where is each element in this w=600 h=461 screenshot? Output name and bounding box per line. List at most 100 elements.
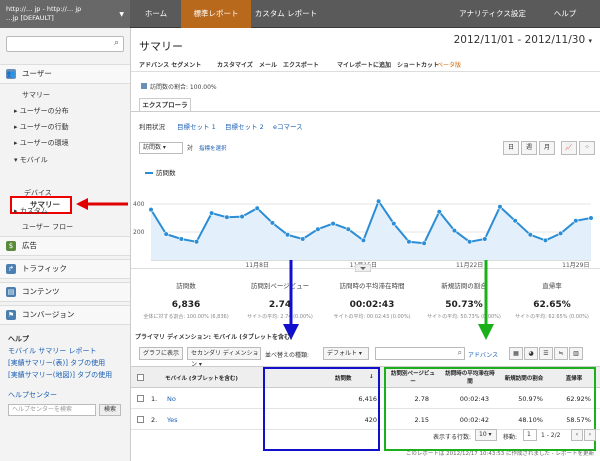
row-checkbox[interactable]	[137, 395, 144, 402]
primary-dimension: プライマリ ディメンション: モバイル (タブレットを含む)	[135, 334, 293, 341]
shortcut-button[interactable]: ショートカット	[397, 60, 439, 69]
help-link-mobile-summary[interactable]: モバイル サマリー レポート	[8, 346, 96, 356]
stat-avg-duration: 訪問時の平均滞在時間 00:02:43 サイトの平均: 00:02:43 (0.00…	[327, 280, 417, 320]
help-search-button[interactable]: 検索	[99, 404, 121, 416]
stat-label: 訪問別ページビュー	[250, 282, 310, 290]
data-point	[193, 239, 200, 245]
help-center-link[interactable]: ヘルプセンター	[8, 390, 57, 400]
prev-page-button[interactable]: ‹	[571, 429, 583, 441]
content-icon: ▤	[6, 287, 16, 297]
stat-value: 00:02:43	[349, 300, 395, 310]
row-dimension[interactable]: Yes	[167, 416, 178, 424]
subtab-ecommerce[interactable]: eコマース	[273, 121, 303, 131]
sidebar-search-input[interactable]: ⌕	[6, 36, 124, 52]
stat-bounce-rate: 直帰率 62.65% サイトの平均: 62.65% (0.00%)	[507, 280, 597, 320]
sidebar-item-label: ユーザーの分布	[19, 107, 69, 115]
col-mobile[interactable]: モバイル (タブレットを含む)	[165, 374, 238, 382]
nav-help[interactable]: ヘルプ	[545, 0, 585, 28]
data-point	[482, 236, 488, 242]
subtab-usage[interactable]: 利用状況	[139, 121, 165, 131]
data-point	[315, 226, 321, 232]
data-point	[163, 231, 169, 237]
sidebar-item-demographics[interactable]: ▸ ユーザーの分布	[14, 106, 69, 116]
customize-button[interactable]: カスタマイズ	[217, 60, 253, 69]
help-link-table-tab[interactable]: [実績サマリー(表)] タブの使用	[8, 358, 105, 368]
sidebar-section-ads[interactable]: $ 広告	[0, 236, 130, 256]
sidebar-section-content[interactable]: ▤ コンテンツ	[0, 282, 130, 302]
row-checkbox[interactable]	[137, 416, 144, 423]
search-icon: ⌕	[113, 38, 119, 48]
help-link-map-tab[interactable]: [実績サマリー(地図)] タブの使用	[8, 370, 112, 380]
export-button[interactable]: エクスポート	[283, 60, 319, 69]
checkbox-icon	[141, 83, 147, 89]
help-search-input[interactable]: ヘルプセンターを検索	[8, 404, 96, 416]
sidebar-item-behavior[interactable]: ▸ ユーザーの行動	[14, 122, 69, 132]
subtab-goal-set-1[interactable]: 目標セット 1	[177, 121, 216, 131]
plot-rows-button[interactable]: グラフに表示	[139, 347, 183, 360]
sidebar-item-custom[interactable]: ▸ カスタム	[14, 206, 48, 216]
nav-custom-reports[interactable]: カスタム レポート	[251, 0, 321, 28]
stat-label: 訪問時の平均滞在時間	[339, 282, 405, 290]
metric-select[interactable]: 訪問数 ▾	[139, 142, 183, 154]
data-point	[558, 230, 564, 237]
row-index: 2.	[151, 416, 158, 424]
goto-input[interactable]: 1	[523, 429, 537, 441]
main-panel: サマリー 2012/11/01 - 2012/11/30 ▾ アドバンス セグメ…	[131, 28, 600, 461]
account-profile: …jp [DEFAULT]	[6, 14, 54, 22]
sort-type-select[interactable]: デフォルト ▾	[323, 347, 369, 360]
table-view-icon[interactable]: ▦	[509, 347, 523, 360]
pie-view-icon[interactable]: ◕	[524, 347, 538, 360]
sidebar-section-traffic[interactable]: ↱ トラフィック	[0, 259, 130, 279]
add-to-dashboard-button[interactable]: マイレポートに追加	[337, 60, 391, 69]
period-day-button[interactable]: 日	[503, 141, 519, 155]
rows-select[interactable]: 10 ▾	[475, 429, 497, 441]
account-selector[interactable]: http://… jp - http://… jp …jp [DEFAULT] …	[0, 0, 130, 28]
nav-standard-reports[interactable]: 標準レポート	[181, 0, 251, 28]
table-search-input[interactable]: ⌕	[375, 347, 465, 360]
row-dimension[interactable]: No	[167, 395, 176, 403]
performance-view-icon[interactable]: ☰	[539, 347, 553, 360]
period-month-button[interactable]: 月	[539, 141, 555, 155]
sidebar-item-technology[interactable]: ▸ ユーザーの環境	[14, 138, 69, 148]
collapse-handle[interactable]	[355, 264, 371, 272]
stat-value: 6,836	[171, 300, 201, 310]
data-point	[330, 220, 336, 227]
dollar-icon: $	[6, 241, 16, 251]
sidebar-section-conversion[interactable]: ⚑ コンバージョン	[0, 305, 130, 325]
sidebar-item-user-flow[interactable]: ユーザー フロー	[22, 222, 73, 232]
compare-metric-link[interactable]: 指標を選択	[199, 144, 227, 152]
tab-explorer[interactable]: エクスプローラ	[139, 98, 191, 112]
help-heading: ヘルプ	[8, 335, 29, 343]
sidebar: ⌕ 👥 ユーザー サマリー ▸ ユーザーの分布 ▸ ユーザーの行動 ▸ ユーザー…	[0, 28, 131, 461]
email-button[interactable]: メール	[259, 60, 277, 69]
data-point	[269, 220, 275, 226]
period-week-button[interactable]: 週	[521, 141, 537, 155]
date-range-picker[interactable]: 2012/11/01 - 2012/11/30 ▾	[454, 34, 592, 46]
users-icon: 👥	[6, 69, 16, 79]
sidebar-item-devices[interactable]: デバイス	[24, 188, 52, 198]
sidebar-item-summary[interactable]: サマリー	[22, 90, 50, 100]
vs-label: 対	[187, 145, 194, 152]
motion-chart-icon[interactable]: ⁘	[579, 141, 595, 155]
pivot-view-icon[interactable]: ▥	[569, 347, 583, 360]
advanced-segments-button[interactable]: アドバンス セグメント	[139, 60, 201, 69]
date-range-text: 2012/11/01 - 2012/11/30	[453, 34, 586, 46]
next-page-button[interactable]: ›	[584, 429, 596, 441]
data-point	[451, 227, 458, 234]
select-all-checkbox[interactable]	[137, 374, 144, 381]
data-point	[436, 209, 442, 215]
nav-home[interactable]: ホーム	[131, 0, 181, 28]
secondary-dimension-select[interactable]: セカンダリ ディメンション ▾	[187, 347, 261, 368]
advanced-filter-link[interactable]: アドバンス	[468, 350, 498, 359]
stat-visits: 訪問数 6,836 全体に対する割合: 100.00% (6,836)	[141, 280, 231, 320]
line-chart-icon[interactable]: 📈	[561, 141, 577, 155]
traffic-icon: ↱	[6, 264, 16, 274]
subtab-goal-set-2[interactable]: 目標セット 2	[225, 121, 264, 131]
nav-analytics-settings[interactable]: アナリティクス設定	[455, 0, 530, 28]
data-point	[284, 232, 291, 238]
select-value: 10	[479, 431, 487, 438]
row-index: 1.	[151, 395, 158, 403]
sidebar-item-mobile[interactable]: ▾ モバイル	[14, 155, 48, 165]
comparison-view-icon[interactable]: ≒	[554, 347, 568, 360]
sidebar-section-users[interactable]: 👥 ユーザー	[0, 64, 130, 84]
